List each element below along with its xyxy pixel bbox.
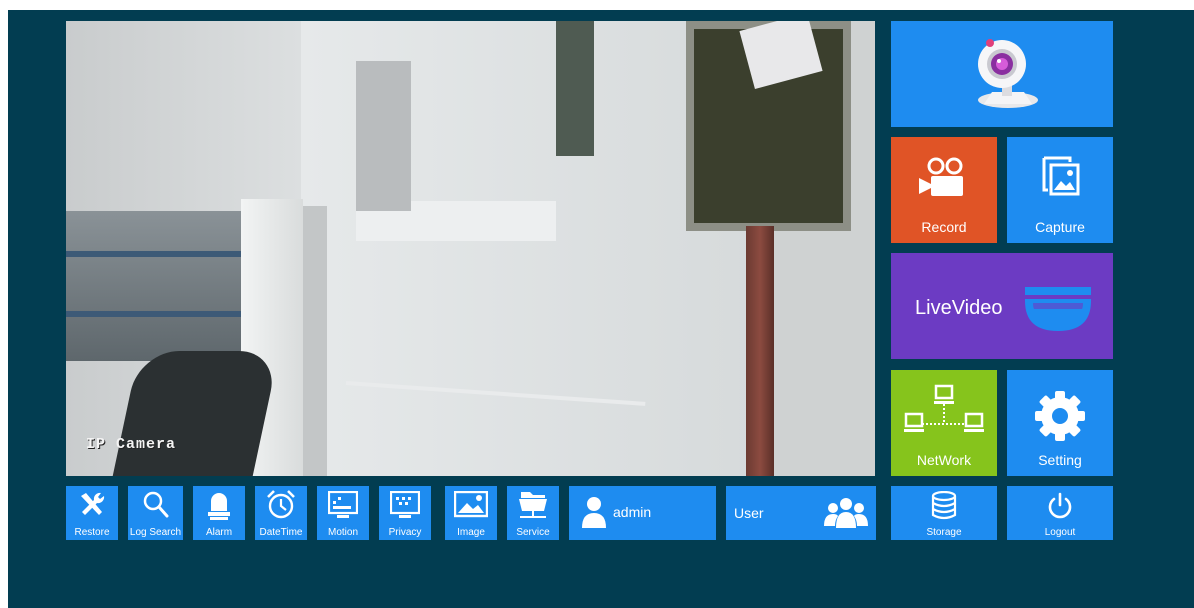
- service-label: Service: [516, 527, 550, 538]
- setting-label: Setting: [1038, 452, 1082, 468]
- webcam-icon: [978, 39, 1038, 108]
- capture-tile[interactable]: Capture: [1007, 137, 1113, 243]
- power-icon: [1048, 492, 1072, 519]
- image-button[interactable]: Image: [445, 486, 497, 540]
- video-camera-icon: [919, 157, 963, 196]
- logout-tile[interactable]: Logout: [1007, 486, 1113, 540]
- image-icon: [454, 491, 488, 518]
- restore-label: Restore: [74, 527, 110, 538]
- motion-label: Motion: [327, 527, 358, 538]
- database-icon: [931, 491, 957, 520]
- restore-button[interactable]: Restore: [66, 486, 118, 540]
- admin-account-button[interactable]: admin: [569, 486, 716, 540]
- service-button[interactable]: Service: [507, 486, 559, 540]
- live-video-tile[interactable]: LiveVideo: [891, 253, 1113, 359]
- gear-icon: [1035, 391, 1085, 441]
- search-icon: [143, 491, 169, 518]
- network-tile[interactable]: NetWork: [891, 370, 997, 476]
- tools-icon: [81, 492, 105, 515]
- setting-tile[interactable]: Setting: [1007, 370, 1113, 476]
- privacy-mask-icon: [390, 491, 420, 518]
- user-icon: [582, 497, 606, 528]
- storage-label: Storage: [926, 527, 962, 538]
- privacy-label: Privacy: [388, 527, 422, 538]
- network-icon: [904, 384, 984, 432]
- record-label: Record: [921, 219, 967, 235]
- network-label: NetWork: [916, 452, 972, 468]
- alarm-clock-icon: [267, 490, 295, 519]
- video-feed[interactable]: IP Camera: [66, 21, 875, 476]
- user-label: User: [734, 505, 764, 521]
- admin-username: admin: [613, 504, 652, 520]
- log-search-button[interactable]: Log Search: [128, 486, 183, 540]
- camera-tile[interactable]: [891, 21, 1113, 127]
- storage-tile[interactable]: Storage: [891, 486, 997, 540]
- network-folder-icon: [519, 492, 547, 518]
- record-tile[interactable]: Record: [891, 137, 997, 243]
- alarm-label: Alarm: [205, 527, 233, 538]
- user-management-button[interactable]: User: [726, 486, 876, 540]
- alarm-light-icon: [208, 493, 230, 520]
- dome-camera-icon: [1025, 287, 1091, 331]
- photo-icon: [1042, 156, 1080, 196]
- motion-button[interactable]: Motion: [317, 486, 369, 540]
- motion-detection-icon: [328, 491, 358, 518]
- datetime-label: DateTime: [259, 527, 303, 538]
- users-group-icon: [824, 498, 868, 528]
- log-search-label: Log Search: [129, 527, 182, 538]
- app-background: IP Camera Record Capture LiveVideo NetWo…: [8, 10, 1194, 608]
- privacy-button[interactable]: Privacy: [379, 486, 431, 540]
- live-video-label: LiveVideo: [915, 297, 1003, 319]
- datetime-button[interactable]: DateTime: [255, 486, 307, 540]
- logout-label: Logout: [1044, 527, 1076, 538]
- capture-label: Capture: [1035, 219, 1085, 235]
- camera-osd-label: IP Camera: [86, 436, 177, 453]
- image-label: Image: [457, 527, 485, 538]
- alarm-button[interactable]: Alarm: [193, 486, 245, 540]
